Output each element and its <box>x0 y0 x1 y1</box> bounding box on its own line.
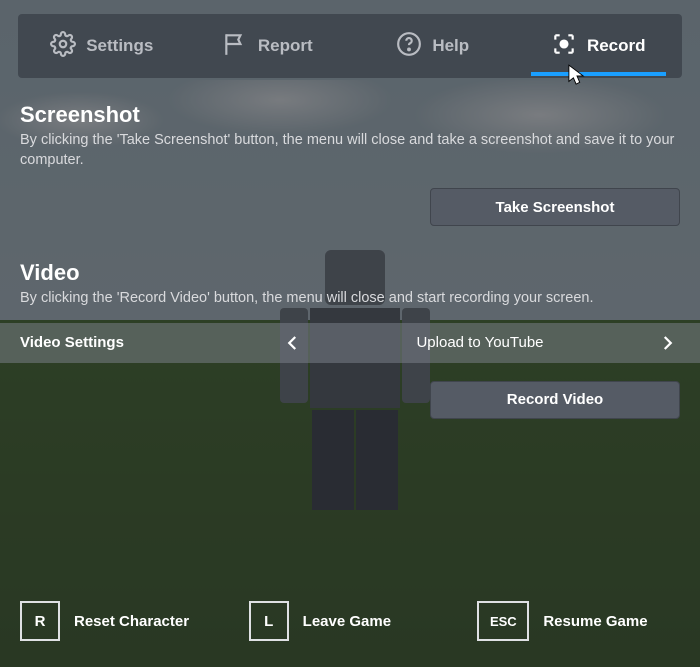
video-settings-row: Video Settings Upload to YouTube <box>0 323 700 363</box>
record-panel: Screenshot By clicking the 'Take Screens… <box>18 78 682 597</box>
video-settings-selector: Upload to YouTube <box>280 330 680 356</box>
take-screenshot-button[interactable]: Take Screenshot <box>430 188 680 226</box>
flag-icon <box>222 31 248 62</box>
record-video-button[interactable]: Record Video <box>430 381 680 419</box>
tab-label: Report <box>258 36 313 56</box>
resume-game-button[interactable]: ESC Resume Game <box>475 597 682 645</box>
tabbar: Settings Report Help Record <box>18 14 682 78</box>
tab-label: Settings <box>86 36 153 56</box>
screenshot-title: Screenshot <box>20 102 680 128</box>
tab-label: Record <box>587 36 646 56</box>
help-icon <box>396 31 422 62</box>
tab-record[interactable]: Record <box>521 18 677 74</box>
video-settings-value: Upload to YouTube <box>416 334 543 351</box>
keycap-esc: ESC <box>477 601 529 641</box>
tab-settings[interactable]: Settings <box>24 18 180 74</box>
screenshot-desc: By clicking the 'Take Screenshot' button… <box>20 131 680 170</box>
record-icon <box>551 31 577 62</box>
video-section: Video By clicking the 'Record Video' but… <box>20 260 680 419</box>
resume-label: Resume Game <box>543 613 647 630</box>
menu-overlay: Settings Report Help Record <box>0 0 700 667</box>
leave-label: Leave Game <box>303 613 391 630</box>
video-title: Video <box>20 260 680 286</box>
tab-report[interactable]: Report <box>190 18 346 74</box>
screenshot-section: Screenshot By clicking the 'Take Screens… <box>20 102 680 226</box>
game-scene: Settings Report Help Record <box>0 0 700 667</box>
gear-icon <box>50 31 76 62</box>
video-settings-label: Video Settings <box>20 334 280 351</box>
reset-character-button[interactable]: R Reset Character <box>18 597 225 645</box>
keycap-l: L <box>249 601 289 641</box>
chevron-left-icon[interactable] <box>280 330 306 356</box>
tab-help[interactable]: Help <box>355 18 511 74</box>
video-desc: By clicking the 'Record Video' button, t… <box>20 289 680 309</box>
tab-label: Help <box>432 36 469 56</box>
chevron-right-icon[interactable] <box>654 330 680 356</box>
leave-game-button[interactable]: L Leave Game <box>247 597 454 645</box>
keycap-r: R <box>20 601 60 641</box>
reset-label: Reset Character <box>74 613 189 630</box>
bottom-bar: R Reset Character L Leave Game ESC Resum… <box>18 597 682 645</box>
